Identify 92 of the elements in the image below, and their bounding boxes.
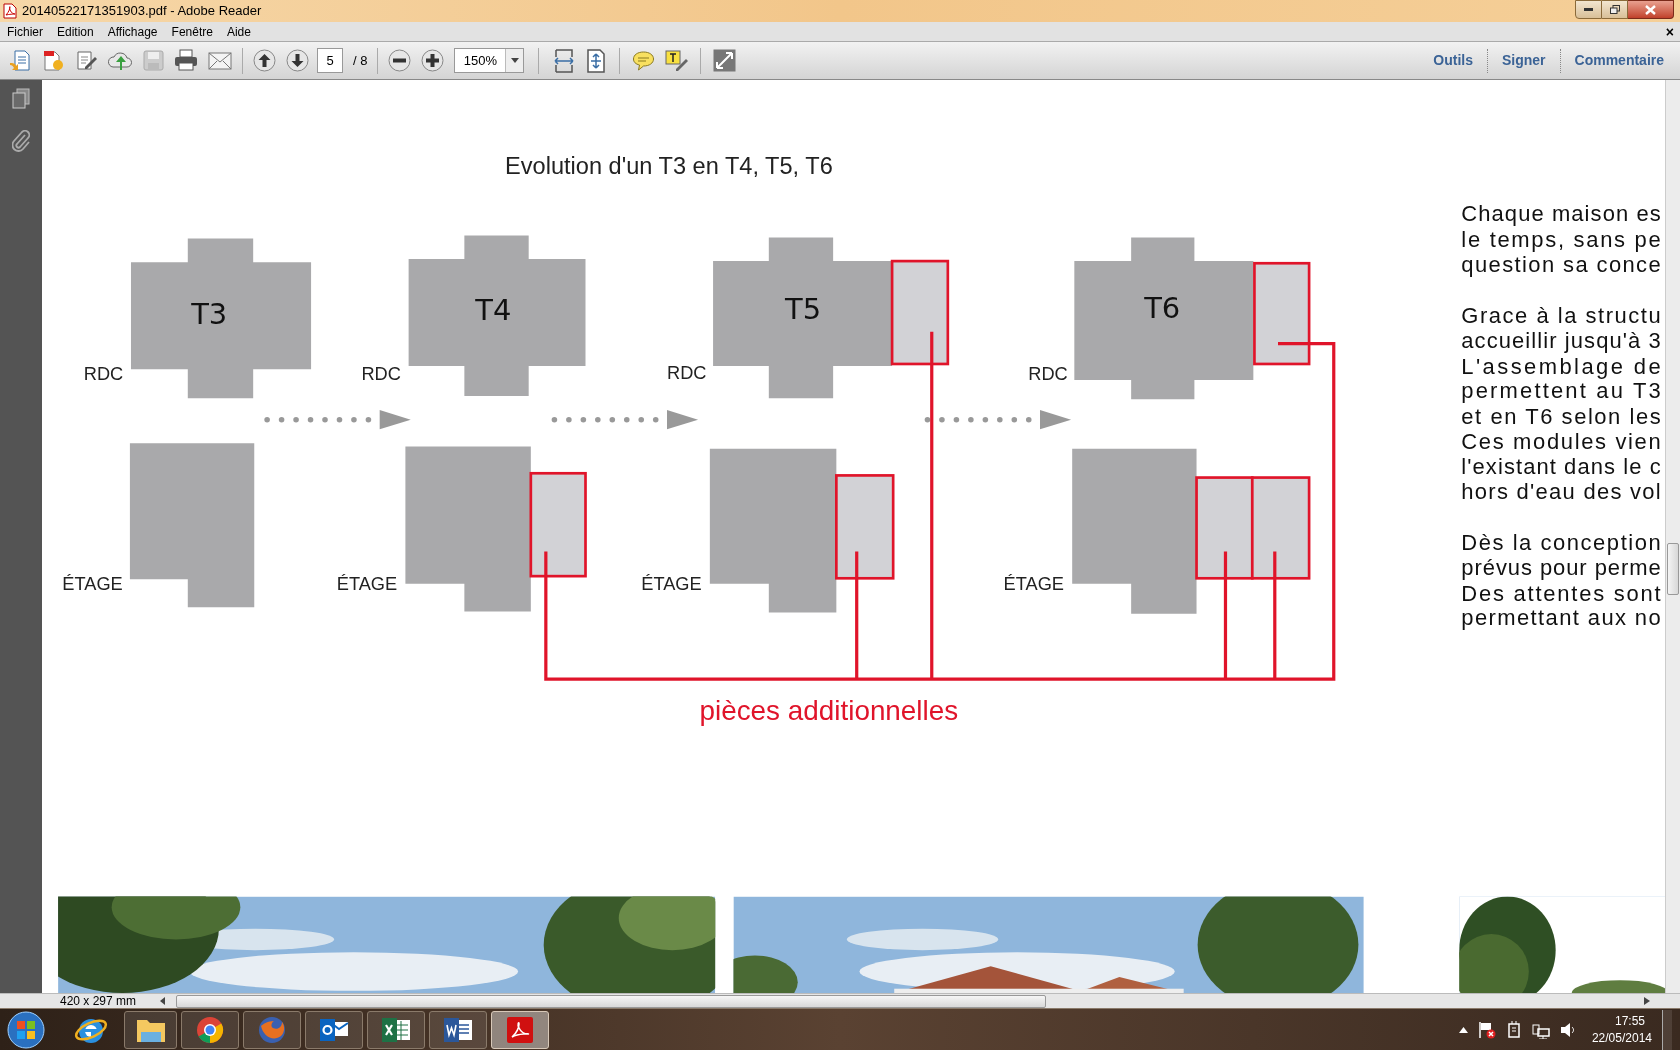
- document-app-icon: [443, 1016, 473, 1043]
- document-star-icon[interactable]: [42, 49, 65, 72]
- plan-label: T3: [191, 297, 228, 332]
- pane-button[interactable]: Outils: [1431, 50, 1475, 71]
- scrollbar-thumb[interactable]: [176, 994, 1046, 1008]
- body-text-line: L'assemblage de: [1461, 353, 1661, 379]
- page-number-field[interactable]: 5: [317, 48, 343, 73]
- taskbar-button[interactable]: [367, 1010, 425, 1049]
- arrow-up-icon[interactable]: [253, 49, 276, 72]
- body-text-line: Grace à la structu: [1461, 303, 1661, 329]
- plan-label: T4: [475, 293, 512, 328]
- body-text-line: permettent au T3: [1461, 378, 1661, 404]
- floor-label: ÉTAGE: [1003, 574, 1064, 595]
- legend-label: pièces additionnelles: [699, 694, 959, 726]
- floor-label: RDC: [1028, 364, 1068, 385]
- print-icon[interactable]: [174, 49, 198, 72]
- floor-label: RDC: [666, 363, 707, 383]
- menu-item[interactable]: Edition: [53, 22, 98, 41]
- body-text-line: Chaque maison es: [1461, 201, 1661, 227]
- floor-label: RDC: [83, 364, 124, 385]
- speaker-icon[interactable]: [1559, 1020, 1576, 1039]
- pdf-app-icon: [506, 1015, 534, 1044]
- floor-label: ÉTAGE: [336, 574, 398, 595]
- body-text-line: le temps, sans pe: [1461, 227, 1661, 253]
- pane-button[interactable]: Commentaire: [1572, 50, 1666, 71]
- flag-error-icon[interactable]: [1477, 1020, 1496, 1039]
- pages-icon[interactable]: [11, 88, 31, 110]
- body-text-line: Des attentes sont: [1461, 580, 1661, 606]
- menu-item[interactable]: Fichier: [3, 22, 47, 41]
- body-text-line: accueillir jusqu'à 3: [1461, 327, 1661, 353]
- body-text-line: Ces modules vien: [1461, 428, 1661, 454]
- menu-item[interactable]: Fenêtre: [167, 22, 217, 41]
- body-text-line: Dès la conception: [1461, 530, 1661, 556]
- diagram-title: Evolution d'un T3 en T4, T5, T6: [505, 153, 833, 180]
- cloud-upload-icon[interactable]: [108, 49, 133, 72]
- restore-icon: [1609, 5, 1620, 14]
- body-text-line: question sa conce: [1461, 251, 1661, 277]
- fit-page-icon[interactable]: [585, 48, 608, 73]
- body-text-line: et en T6 selon les: [1461, 404, 1661, 429]
- create-document-icon[interactable]: [9, 49, 32, 72]
- zoom-out-icon[interactable]: [388, 49, 412, 72]
- show-desktop-button[interactable]: [1662, 1009, 1672, 1050]
- minimize-icon: [1584, 8, 1593, 11]
- page-size: 420 x 297 mm: [60, 995, 138, 1007]
- chrome-icon: [196, 1015, 224, 1044]
- scrollbar-thumb[interactable]: [1667, 543, 1679, 595]
- menu-item[interactable]: Affichage: [103, 22, 162, 41]
- power-plug-icon[interactable]: [1505, 1020, 1522, 1039]
- clock-time[interactable]: 17:55: [1614, 1012, 1645, 1030]
- pane-button[interactable]: Signer: [1499, 50, 1548, 71]
- body-text-line: prévus pour perme: [1461, 555, 1661, 581]
- show-hidden-icons-icon[interactable]: [1458, 1026, 1468, 1033]
- mail-icon[interactable]: [208, 51, 232, 70]
- zoom-in-icon[interactable]: [421, 49, 445, 72]
- restore-button[interactable]: [1602, 0, 1628, 19]
- mail-app-icon: [319, 1016, 349, 1043]
- highlight-icon[interactable]: [665, 49, 689, 72]
- zoom-dropdown[interactable]: 150%: [454, 48, 525, 73]
- close-document-button[interactable]: ×: [1665, 24, 1674, 39]
- fit-width-icon[interactable]: [553, 48, 576, 73]
- close-icon: [1645, 4, 1656, 15]
- taskbar-button[interactable]: [124, 1010, 177, 1049]
- spreadsheet-icon: [381, 1016, 411, 1043]
- clock-date[interactable]: 22/05/2014: [1591, 1029, 1652, 1047]
- floor-label: RDC: [361, 364, 401, 385]
- body-text-line: hors d'eau des vol: [1461, 479, 1661, 504]
- scroll-right-icon[interactable]: [1644, 997, 1650, 1005]
- body-text-line: permettant aux no: [1461, 605, 1661, 631]
- scroll-left-icon[interactable]: [160, 997, 166, 1005]
- close-button[interactable]: [1628, 0, 1674, 19]
- edit-document-icon[interactable]: [75, 49, 98, 72]
- floor-label: ÉTAGE: [641, 574, 702, 595]
- taskbar-button[interactable]: [491, 1010, 549, 1049]
- plan-label: T6: [1144, 290, 1181, 325]
- comment-icon[interactable]: [632, 50, 656, 71]
- floor-label: ÉTAGE: [62, 574, 123, 595]
- caret-icon: [510, 58, 519, 63]
- minimize-button[interactable]: [1575, 0, 1602, 19]
- start-button[interactable]: [6, 1009, 46, 1050]
- fox-globe-icon: [258, 1015, 286, 1044]
- taskbar-button[interactable]: [305, 1010, 363, 1049]
- plan-label: T5: [785, 291, 822, 326]
- pdf-icon: [3, 3, 17, 19]
- taskbar-button[interactable]: [429, 1010, 487, 1049]
- taskbar-button[interactable]: [181, 1010, 239, 1049]
- body-text-line: l'existant dans le c: [1461, 454, 1661, 480]
- window-title: 20140522171351903.pdf - Adobe Reader: [22, 2, 262, 21]
- page-count: / 8: [353, 51, 368, 70]
- arrow-down-icon[interactable]: [286, 49, 309, 72]
- expand-icon[interactable]: [713, 49, 737, 72]
- paperclip-icon[interactable]: [12, 130, 30, 152]
- menu-item[interactable]: Aide: [222, 22, 255, 41]
